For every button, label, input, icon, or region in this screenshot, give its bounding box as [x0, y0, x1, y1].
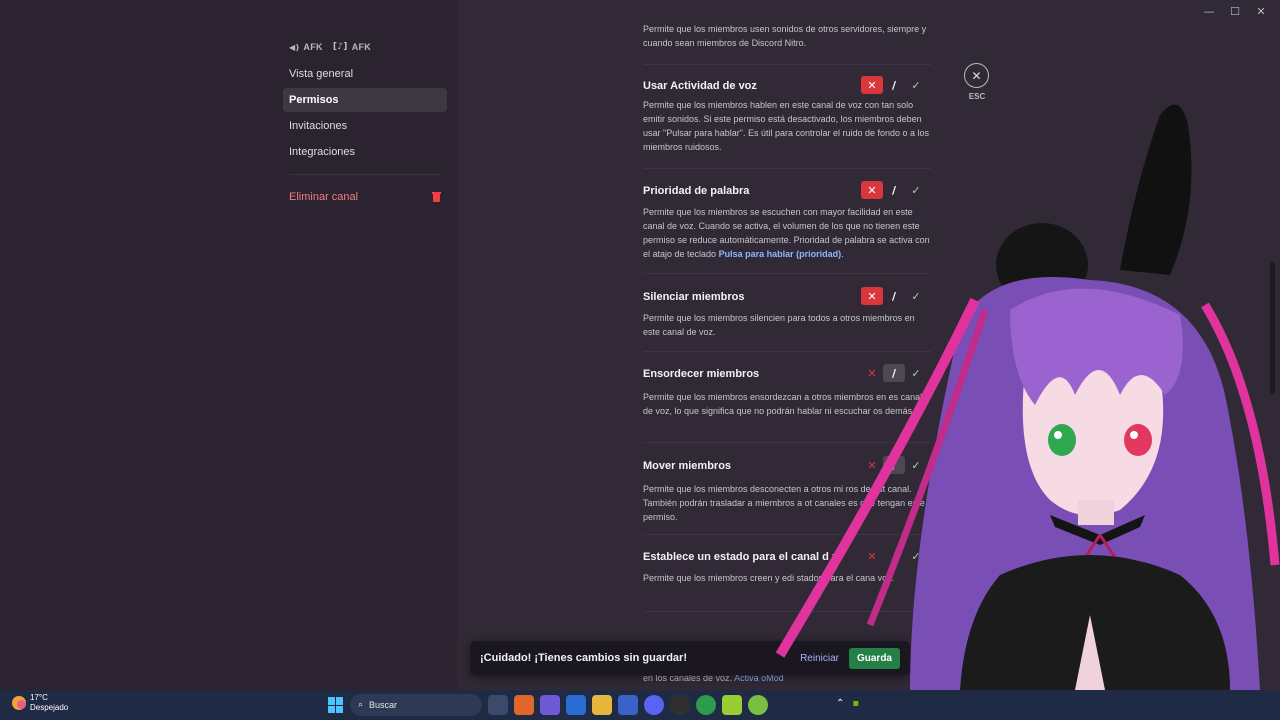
deny-button[interactable]: ✕	[861, 76, 883, 94]
app-icon[interactable]	[748, 695, 768, 715]
sidebar-item-overview[interactable]: Vista general	[283, 62, 447, 86]
permission-description: Permite que los miembros usen sonidos de…	[643, 24, 927, 48]
copilot-icon[interactable]	[540, 695, 560, 715]
vtuber-avatar-overlay	[775, 104, 1280, 690]
speaker-icon: ◀)	[289, 42, 300, 52]
file-explorer-icon[interactable]	[592, 695, 612, 715]
close-window-icon[interactable]: ✕	[1248, 4, 1274, 18]
window-controls: — ☐ ✕	[1196, 4, 1274, 18]
app-icon[interactable]	[514, 695, 534, 715]
trash-icon	[432, 192, 441, 202]
app-icon[interactable]	[722, 695, 742, 715]
category-name: AFK	[351, 42, 372, 52]
delete-channel-button[interactable]: Eliminar canal	[283, 185, 447, 209]
task-view-icon[interactable]	[488, 695, 508, 715]
taskbar-search[interactable]: ⌕ Buscar	[350, 694, 482, 716]
windows-start-icon[interactable]	[328, 697, 344, 713]
weather-condition: Despejado	[30, 703, 69, 712]
app-icon[interactable]	[618, 695, 638, 715]
channel-name: AFK	[303, 42, 323, 52]
eye-left	[1048, 424, 1076, 456]
maximize-icon[interactable]: ☐	[1222, 4, 1248, 18]
sidebar-divider	[289, 174, 441, 175]
weather-text: 17°C Despejado	[30, 693, 68, 713]
delete-channel-label: Eliminar canal	[289, 191, 359, 203]
system-tray: ⌃ ▪	[836, 698, 859, 709]
eye-right	[1124, 424, 1152, 456]
minimize-icon[interactable]: —	[1196, 4, 1222, 18]
search-placeholder: Buscar	[369, 700, 398, 710]
windows-taskbar: 17°C Despejado ⌕ Buscar ⌃ ▪	[0, 690, 1280, 720]
sidebar-item-integrations[interactable]: Integraciones	[283, 140, 447, 164]
settings-sidebar: ◀) AFK [♪] AFK Vista general Permisos In…	[283, 40, 447, 211]
permission-item: Permite que los miembros usen sonidos de…	[643, 22, 931, 50]
channel-header: ◀) AFK [♪] AFK	[283, 40, 447, 54]
sidebar-item-invites[interactable]: Invitaciones	[283, 114, 447, 138]
weather-widget[interactable]: 17°C Despejado	[12, 693, 68, 713]
temperature: 17°C	[30, 693, 48, 702]
permission-toggle: ✕ / ✓	[861, 76, 927, 94]
tray-chevron-icon[interactable]: ⌃	[836, 698, 844, 709]
taskbar-apps: ⌕ Buscar	[328, 694, 768, 716]
bracket-icon: [♪]	[332, 42, 348, 52]
sidebar-item-permissions[interactable]: Permisos	[283, 88, 447, 112]
nvidia-icon[interactable]: ▪	[852, 698, 859, 709]
bunny-ear-right	[1120, 104, 1192, 275]
allow-button[interactable]: ✓	[905, 76, 927, 94]
chrome-icon[interactable]	[696, 695, 716, 715]
weather-icon	[12, 696, 26, 710]
neutral-button[interactable]: /	[883, 76, 905, 94]
app-icon[interactable]	[566, 695, 586, 715]
discord-icon[interactable]	[644, 695, 664, 715]
search-icon: ⌕	[358, 700, 364, 710]
obs-icon[interactable]	[670, 695, 690, 715]
close-icon[interactable]: ✕	[964, 63, 989, 88]
unsaved-message: ¡Cuidado! ¡Tienes cambios sin guardar!	[480, 652, 687, 664]
divider	[643, 64, 931, 65]
